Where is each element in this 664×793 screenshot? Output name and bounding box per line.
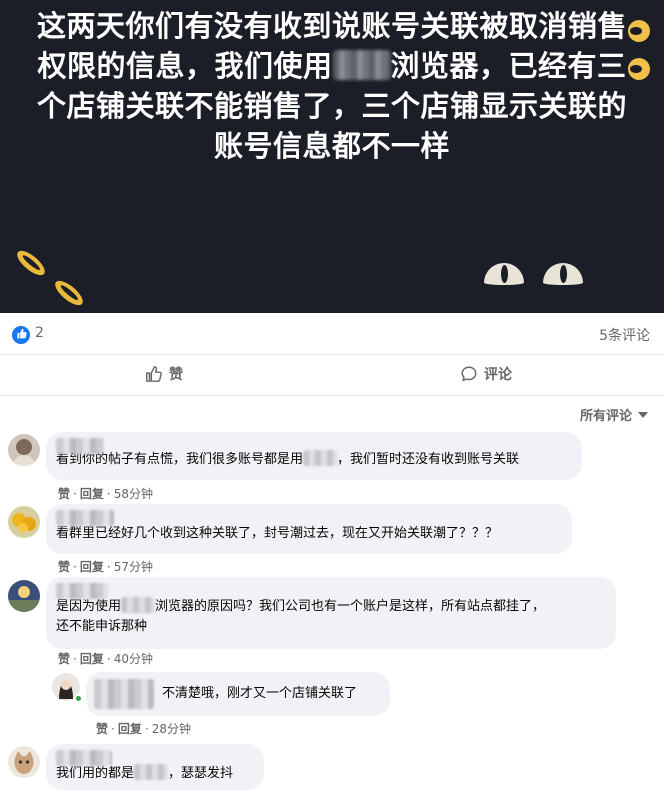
redacted-word <box>121 597 156 613</box>
comment-button[interactable]: 评论 <box>460 364 512 384</box>
comment-bubble: 不清楚哦，刚才又一个店铺关联了 <box>86 672 390 716</box>
reactions-bar: 2 5条评论 <box>0 313 664 355</box>
like-button-label: 赞 <box>169 367 183 383</box>
redacted-browser-name <box>332 50 391 80</box>
post-line-3: 个店铺关联不能销售了，三个店铺显示关联的 <box>36 89 627 123</box>
comment-meta: 赞 · 回复 · 57分钟 <box>58 560 153 574</box>
thumbs-up-icon <box>146 366 162 382</box>
redacted-commenter-name[interactable] <box>56 583 108 599</box>
comment-meta: 赞 · 回复 · 58分钟 <box>58 487 153 501</box>
comment-text: 不清楚哦，刚才又一个店铺关联了 <box>162 686 358 701</box>
speech-bubble-icon <box>461 366 477 382</box>
action-bar: 赞 评论 <box>0 356 664 396</box>
caret-down-icon <box>638 411 648 418</box>
redacted-commenter-name[interactable] <box>56 750 112 766</box>
comment-text: 看群里已经好几个收到这种关联了，封号潮过去，现在又开始关联潮了？？？ <box>56 526 499 541</box>
redacted-commenter-name[interactable] <box>56 438 104 454</box>
comment-reply-link[interactable]: 回复 <box>80 487 104 501</box>
cat-eye-left-icon <box>13 246 49 280</box>
comment-like-link[interactable]: 赞 <box>58 560 70 574</box>
avatar[interactable] <box>8 506 40 538</box>
comment-like-link[interactable]: 赞 <box>96 722 108 736</box>
post-line-1: 这两天你们有没有收到说账号关联被取消销售 <box>36 9 627 43</box>
comment-meta: 赞 · 回复 · 28分钟 <box>96 722 191 736</box>
comment-sort-dropdown[interactable]: 所有评论 <box>580 405 648 424</box>
comment-time[interactable]: 57分钟 <box>114 560 153 574</box>
comment-text: 我们用的都是 ，瑟瑟发抖 <box>56 764 234 781</box>
avatar[interactable] <box>8 746 40 778</box>
online-status-dot <box>74 694 83 703</box>
post-image: 这两天你们有没有收到说账号关联被取消销售 权限的信息，我们使用 浏览器，已经有三 … <box>0 0 664 313</box>
cat-eye-icon <box>543 263 583 285</box>
comment-reply-link[interactable]: 回复 <box>118 722 142 736</box>
sort-label: 所有评论 <box>579 409 632 424</box>
comment-button-label: 评论 <box>484 367 512 383</box>
redacted-word <box>134 764 169 780</box>
comment-bubble: 我们用的都是 ，瑟瑟发抖 <box>46 744 264 790</box>
comment-bubble: 看群里已经好几个收到这种关联了，封号潮过去，现在又开始关联潮了？？？ <box>46 504 572 554</box>
comment-text: 看到你的帖子有点慌，我们很多账号都是用 ，我们暂时还没有收到账号关联 <box>56 450 520 467</box>
yellow-eye-icon <box>628 58 650 80</box>
comment-like-link[interactable]: 赞 <box>58 652 70 666</box>
comment-time[interactable]: 40分钟 <box>114 652 153 666</box>
post-line-2: 权限的信息，我们使用 浏览器，已经有三 <box>37 49 627 83</box>
comment-time[interactable]: 58分钟 <box>114 487 153 501</box>
post-line-4: 账号信息都不一样 <box>213 129 450 163</box>
comment-time[interactable]: 28分钟 <box>152 722 191 736</box>
comment-reply-link[interactable]: 回复 <box>80 560 104 574</box>
avatar[interactable] <box>8 434 40 466</box>
comment-reply-link[interactable]: 回复 <box>80 652 104 666</box>
post-image-text: 这两天你们有没有收到说账号关联被取消销售 权限的信息，我们使用 浏览器，已经有三 … <box>18 6 646 166</box>
comment-bubble: 看到你的帖子有点慌，我们很多账号都是用 ，我们暂时还没有收到账号关联 <box>46 432 582 480</box>
redacted-word <box>303 450 338 466</box>
comment-count[interactable]: 5条评论 <box>599 325 650 345</box>
comment-meta: 赞 · 回复 · 40分钟 <box>58 652 153 666</box>
avatar[interactable] <box>8 580 40 612</box>
like-reaction-icon[interactable] <box>12 326 30 344</box>
redacted-commenter-name[interactable] <box>94 679 154 709</box>
comment-like-link[interactable]: 赞 <box>58 487 70 501</box>
redacted-commenter-name[interactable] <box>56 510 114 526</box>
like-button[interactable]: 赞 <box>145 364 183 384</box>
comment-bubble: 是因为使用 浏览器的原因吗？我们公司也有一个账户是这样，所有站点都挂了， 还不能申诉… <box>46 577 616 649</box>
cat-eye-left-icon <box>51 276 87 310</box>
cat-eye-icon <box>484 263 524 285</box>
like-count[interactable]: 2 <box>35 325 44 341</box>
comment-text: 是因为使用 浏览器的原因吗？我们公司也有一个账户是这样，所有站点都挂了， 还不能申诉… <box>56 597 546 634</box>
yellow-eye-icon <box>628 20 650 42</box>
